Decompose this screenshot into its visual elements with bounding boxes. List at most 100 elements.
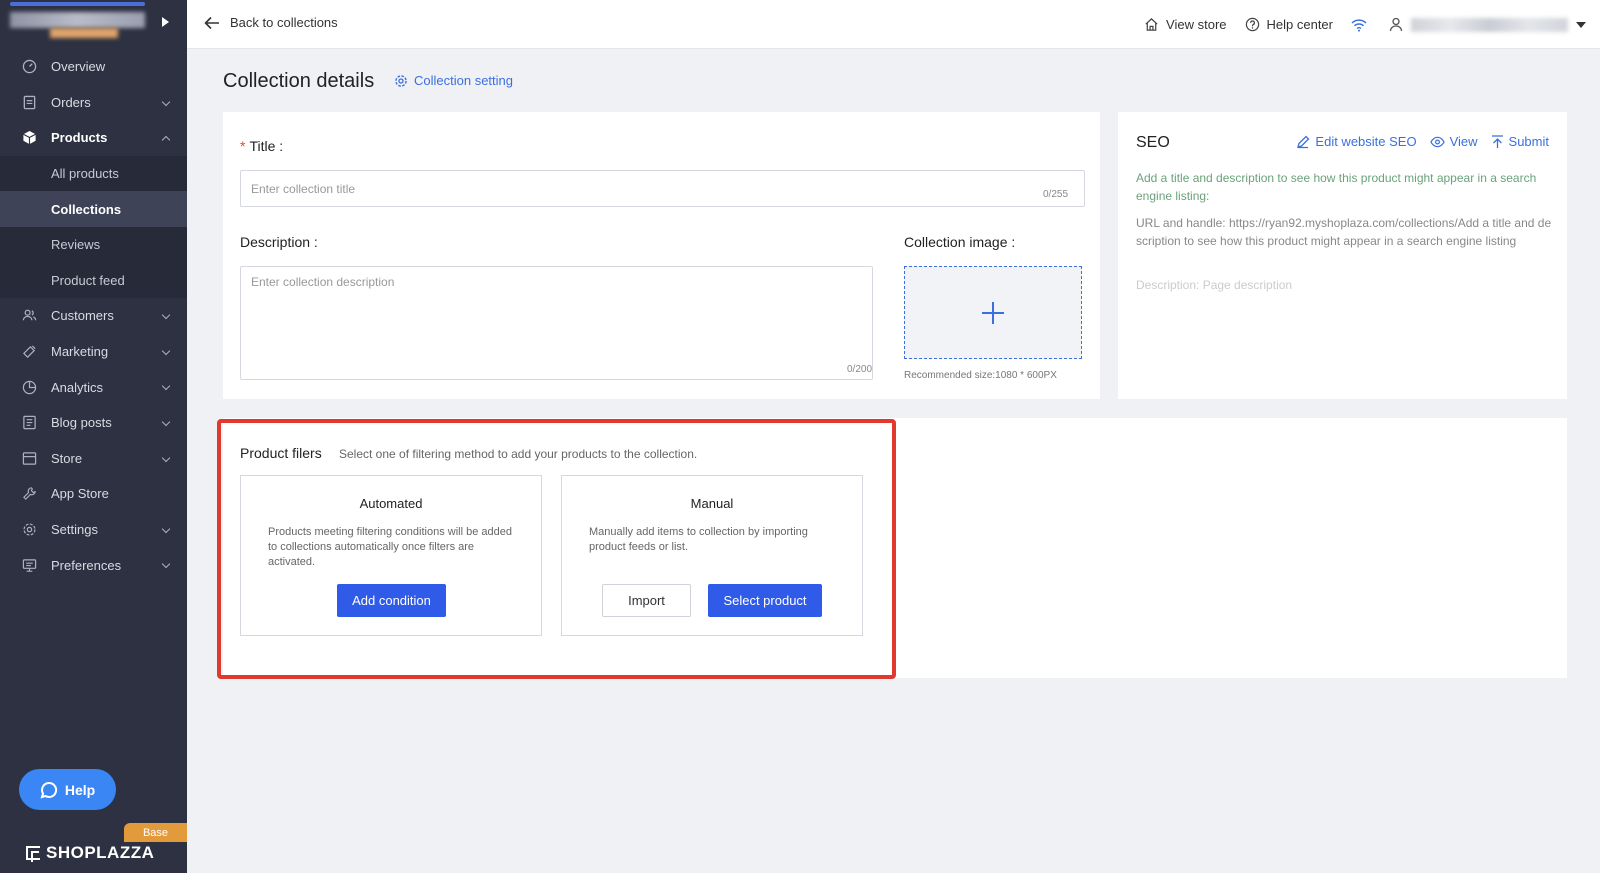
sidebar-collapse-icon[interactable] bbox=[162, 17, 169, 27]
plus-icon bbox=[982, 301, 1004, 324]
view-store-link[interactable]: View store bbox=[1144, 17, 1227, 32]
store-switcher[interactable] bbox=[0, 0, 187, 49]
arrow-left-icon bbox=[204, 16, 219, 29]
chevron-down-icon bbox=[161, 560, 171, 569]
logo-text: SHOPLAZZA bbox=[46, 843, 155, 862]
sidebar-item-label: Orders bbox=[51, 94, 91, 110]
back-to-collections-link[interactable]: Back to collections bbox=[204, 15, 338, 30]
help-center-label: Help center bbox=[1266, 17, 1333, 32]
highlight-annotation-box bbox=[217, 419, 896, 679]
collection-image-label-text: Collection image bbox=[904, 234, 1008, 250]
collection-title-input[interactable] bbox=[240, 170, 1085, 207]
sidebar-item-label: App Store bbox=[51, 486, 109, 502]
sidebar-item-orders[interactable]: Orders bbox=[0, 85, 187, 121]
shoplazza-logo: SHOPLAZZA bbox=[26, 843, 154, 863]
sidebar-item-label: Settings bbox=[51, 522, 98, 538]
sidebar-item-products[interactable]: Products bbox=[0, 120, 187, 156]
sidebar-subitem-label: All products bbox=[51, 166, 119, 182]
chevron-down-icon bbox=[161, 417, 171, 427]
sidebar-item-overview[interactable]: Overview bbox=[0, 49, 187, 85]
sidebar-subitem-label: Product feed bbox=[51, 272, 125, 288]
sidebar-item-settings[interactable]: Settings bbox=[0, 512, 187, 548]
sidebar-subitem-label: Reviews bbox=[51, 237, 101, 253]
edit-website-seo-link[interactable]: Edit website SEO bbox=[1296, 134, 1417, 149]
image-size-hint: Recommended size:1080 * 600PX bbox=[904, 370, 1057, 381]
pencil-icon bbox=[1297, 135, 1310, 148]
topbar-actions: View store Help center bbox=[1144, 0, 1600, 49]
sidebar-item-analytics[interactable]: Analytics bbox=[0, 369, 187, 405]
sidebar-item-label: Preferences bbox=[51, 557, 122, 573]
chevron-up-icon bbox=[161, 135, 171, 145]
chevron-down-icon bbox=[161, 453, 171, 462]
page-title: Collection details bbox=[223, 70, 375, 92]
help-button[interactable]: Help bbox=[19, 769, 116, 810]
megaphone-icon bbox=[21, 344, 37, 360]
required-asterisk: * bbox=[240, 138, 246, 154]
topbar: Back to collections View store Help cent… bbox=[187, 0, 1600, 49]
gear-icon bbox=[21, 522, 37, 538]
sidebar-item-store[interactable]: Store bbox=[0, 441, 187, 477]
seo-hint-text: Add a title and description to see how t… bbox=[1136, 171, 1537, 203]
submit-seo-link[interactable]: Submit bbox=[1491, 134, 1549, 149]
title-label-text: Title bbox=[249, 138, 276, 154]
sidebar-item-label: Products bbox=[51, 130, 108, 146]
description-char-counter: 0/200 bbox=[847, 364, 873, 375]
sidebar-item-label: Customers bbox=[51, 308, 114, 324]
orders-icon bbox=[21, 94, 37, 110]
seo-url-preview: URL and handle: https://ryan92.myshoplaz… bbox=[1136, 216, 1552, 248]
home-icon bbox=[1145, 18, 1158, 31]
chevron-down-icon bbox=[161, 524, 171, 533]
help-button-label: Help bbox=[64, 781, 96, 798]
caret-down-icon bbox=[1576, 21, 1586, 28]
seo-actions: Edit website SEO View Submit bbox=[1283, 134, 1549, 149]
sidebar-item-label: Analytics bbox=[51, 379, 104, 395]
title-label: * Title : bbox=[240, 138, 284, 154]
sidebar-item-blog-posts[interactable]: Blog posts bbox=[0, 405, 187, 441]
sidebar-subitem-product-feed[interactable]: Product feed bbox=[0, 262, 187, 299]
back-label: Back to collections bbox=[230, 15, 338, 30]
users-icon bbox=[21, 308, 37, 324]
sidebar-subitem-all-products[interactable]: All products bbox=[0, 155, 187, 192]
chat-bubble-icon bbox=[40, 781, 57, 798]
sidebar-subitem-collections[interactable]: Collections bbox=[0, 191, 187, 227]
user-menu[interactable] bbox=[1389, 17, 1586, 32]
sidebar-item-label: Store bbox=[51, 450, 83, 466]
sidebar-item-preferences[interactable]: Preferences bbox=[0, 547, 187, 583]
collection-image-label: Collection image : bbox=[904, 234, 1016, 250]
collection-setting-label: Collection setting bbox=[414, 73, 513, 88]
store-icon bbox=[21, 450, 37, 466]
description-label: Description : bbox=[240, 234, 318, 250]
view-label: View bbox=[1449, 134, 1478, 149]
collection-description-input[interactable] bbox=[240, 266, 873, 380]
wrench-icon bbox=[21, 486, 37, 502]
edit-website-seo-label: Edit website SEO bbox=[1315, 134, 1417, 149]
sidebar: Overview Orders Products All products Co… bbox=[0, 0, 187, 873]
logo-mark-icon bbox=[26, 846, 40, 862]
sidebar-item-label: Blog posts bbox=[51, 415, 112, 431]
description-label-text: Description bbox=[240, 234, 311, 250]
seo-description-preview: Description: Page description bbox=[1136, 278, 1293, 292]
seo-card: SEO Edit website SEO View Submit Add a t… bbox=[1118, 112, 1567, 399]
sidebar-item-marketing[interactable]: Marketing bbox=[0, 334, 187, 370]
seo-title: SEO bbox=[1136, 134, 1170, 151]
collection-details-card: *Title : 0/255 Description : 0/200 Colle… bbox=[223, 112, 1100, 399]
sidebar-subitem-reviews[interactable]: Reviews bbox=[0, 226, 187, 263]
sidebar-item-app-store[interactable]: App Store bbox=[0, 476, 187, 512]
submit-label: Submit bbox=[1508, 134, 1549, 149]
view-store-label: View store bbox=[1166, 17, 1227, 32]
chevron-down-icon bbox=[161, 346, 171, 355]
store-accent-bar bbox=[10, 2, 145, 6]
help-center-link[interactable]: Help center bbox=[1245, 17, 1333, 32]
wifi-icon[interactable] bbox=[1351, 18, 1367, 32]
user-icon bbox=[1389, 17, 1403, 32]
sidebar-item-label: Overview bbox=[51, 59, 106, 75]
view-seo-link[interactable]: View bbox=[1429, 134, 1478, 149]
sidebar-subitem-label: Collections bbox=[51, 201, 122, 217]
eye-icon bbox=[1429, 136, 1445, 147]
collection-setting-link[interactable]: Collection setting bbox=[394, 73, 513, 88]
sidebar-item-customers[interactable]: Customers bbox=[0, 298, 187, 334]
analytics-icon bbox=[21, 379, 37, 395]
collection-image-upload[interactable] bbox=[904, 266, 1082, 359]
store-logo-redacted bbox=[50, 28, 118, 38]
blog-icon bbox=[21, 415, 37, 431]
